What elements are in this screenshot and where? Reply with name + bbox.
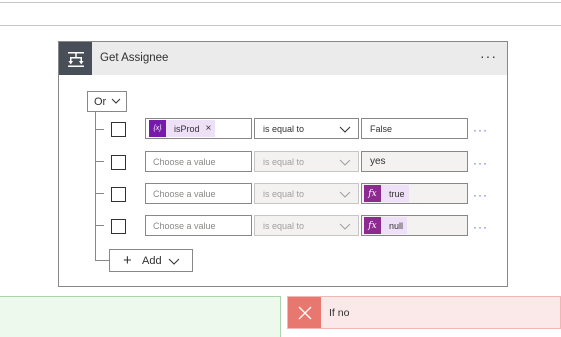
tree-line <box>95 112 96 260</box>
row-operator-select[interactable]: is equal to <box>254 215 359 236</box>
chevron-down-icon <box>339 159 351 166</box>
top-divider-2 <box>0 25 561 26</box>
expression-token-label: true <box>389 188 405 199</box>
condition-icon <box>59 42 92 75</box>
variable-icon: {x} <box>149 120 166 137</box>
row-operator-select[interactable]: is equal to <box>254 151 359 172</box>
close-icon <box>288 297 321 328</box>
row-operator-select[interactable]: is equal to <box>254 183 359 204</box>
row-operand-placeholder: Choose a value <box>153 188 216 199</box>
row-operator-label: is equal to <box>263 188 305 199</box>
expression-token: fx true <box>364 185 409 202</box>
add-button[interactable]: + Add <box>109 249 193 272</box>
row-value-text: False <box>370 123 393 134</box>
chevron-down-icon <box>339 126 351 133</box>
fx-icon: fx <box>364 185 381 202</box>
group-operator-label: Or <box>94 95 107 108</box>
expression-token-label: null <box>389 220 404 231</box>
row-more-icon[interactable]: ··· <box>473 188 488 202</box>
row-value-text: yes <box>370 156 386 167</box>
if-no-label: If no <box>329 307 350 319</box>
row-more-icon[interactable]: ··· <box>473 123 488 137</box>
row-operator-label: is equal to <box>263 220 305 231</box>
card-title: Get Assignee <box>100 52 169 64</box>
add-button-label: Add <box>142 255 162 267</box>
variable-token-label: isProd <box>174 123 200 134</box>
chevron-down-icon <box>339 191 351 198</box>
row-checkbox[interactable] <box>111 219 126 234</box>
row-value-field[interactable]: yes <box>361 151 468 172</box>
expression-token: fx null <box>364 217 408 234</box>
row-value-field[interactable]: fx true <box>361 183 468 204</box>
row-operator-select[interactable]: is equal to <box>254 118 359 139</box>
tree-branch <box>95 260 109 261</box>
row-checkbox[interactable] <box>111 122 126 137</box>
top-divider <box>0 2 561 3</box>
remove-token-icon[interactable]: × <box>206 123 212 134</box>
tree-branch <box>95 193 104 194</box>
row-operand-field[interactable]: Choose a value <box>145 151 252 172</box>
condition-card: Get Assignee ··· Or {x} isProd × is equa… <box>58 41 508 287</box>
if-yes-branch[interactable] <box>0 296 281 337</box>
row-operator-label: is equal to <box>263 156 305 167</box>
card-more-icon[interactable]: ··· <box>480 48 497 64</box>
tree-branch <box>95 225 104 226</box>
row-operand-field[interactable]: Choose a value <box>145 183 252 204</box>
row-operand-placeholder: Choose a value <box>153 156 216 167</box>
row-checkbox[interactable] <box>111 187 126 202</box>
fx-icon: fx <box>364 217 381 234</box>
chevron-down-icon <box>168 258 180 265</box>
chevron-down-icon <box>111 98 121 104</box>
plus-icon: + <box>123 252 132 269</box>
card-header[interactable]: Get Assignee ··· <box>59 42 507 75</box>
chevron-down-icon <box>339 223 351 230</box>
if-no-branch[interactable]: If no <box>287 296 561 329</box>
row-operator-label: is equal to <box>263 123 305 134</box>
row-operand-field[interactable]: {x} isProd × <box>145 118 252 139</box>
tree-branch <box>95 161 104 162</box>
row-value-field[interactable]: False <box>361 118 468 139</box>
variable-token: {x} isProd × <box>149 120 216 137</box>
row-value-field[interactable]: fx null <box>361 215 468 236</box>
group-operator-select[interactable]: Or <box>87 91 127 112</box>
row-more-icon[interactable]: ··· <box>473 220 488 234</box>
row-operand-placeholder: Choose a value <box>153 220 216 231</box>
row-checkbox[interactable] <box>111 155 126 170</box>
row-operand-field[interactable]: Choose a value <box>145 215 252 236</box>
row-more-icon[interactable]: ··· <box>473 156 488 170</box>
tree-branch <box>95 129 104 130</box>
